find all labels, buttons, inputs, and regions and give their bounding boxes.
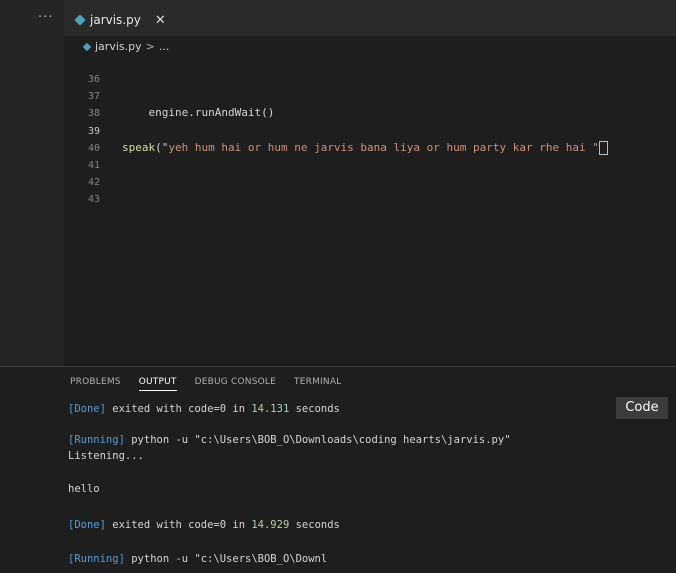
output-text: exited with code=0 in: [105, 403, 252, 415]
output-time: 14.131: [251, 403, 290, 415]
chevron-right-icon: >: [145, 40, 155, 53]
string-literal: yeh hum hai or hum ne jarvis bana liya o…: [168, 141, 599, 154]
output-text: hello: [68, 483, 100, 495]
line-number: 43: [87, 194, 100, 205]
output-line: [Running] python -u "c:\Users\BOB_O\Down…: [68, 434, 511, 446]
python-file-icon: [74, 14, 86, 26]
output-line: Listening...: [68, 450, 144, 462]
output-line: [Done] exited with code=0 in 14.929 seco…: [68, 519, 340, 531]
code-line: 43: [64, 176, 100, 205]
status-tag: [Running]: [68, 553, 125, 565]
tab-terminal[interactable]: TERMINAL: [294, 377, 341, 391]
output-time: 14.929: [251, 519, 290, 531]
code-text: speak("yeh hum hai or hum ne jarvis bana…: [122, 140, 608, 156]
status-tag: [Done]: [68, 519, 106, 531]
status-tag: [Running]: [68, 434, 125, 446]
bottom-panel: PROBLEMS OUTPUT DEBUG CONSOLE TERMINAL C…: [0, 366, 676, 573]
code-line: 41: [64, 142, 100, 171]
status-tag: [Done]: [68, 403, 106, 415]
code-line: 38: [64, 90, 100, 119]
code-line: 37 engine.runAndWait(): [64, 73, 274, 119]
output-line: [Running] python -u "c:\Users\BOB_O\Down…: [68, 553, 327, 565]
more-actions-icon[interactable]: ···: [38, 10, 53, 25]
output-line: [Done] exited with code=0 in 14.131 seco…: [68, 403, 340, 415]
code-editor[interactable]: 36 37 engine.runAndWait() 38 39 speak("y…: [64, 56, 676, 366]
code-line: 40: [64, 125, 100, 154]
function-name: speak: [122, 141, 156, 154]
tab-output[interactable]: OUTPUT: [138, 377, 177, 391]
output-text: python -u "c:\Users\BOB_O\Downl: [124, 553, 328, 565]
code-line: 36: [64, 56, 100, 85]
breadcrumb: jarvis.py > ...: [82, 40, 170, 53]
output-text: exited with code=0 in: [105, 519, 252, 531]
code-text: engine.runAndWait(): [122, 106, 275, 119]
code-line-active: 39 speak("yeh hum hai or hum ne jarvis b…: [64, 108, 608, 155]
tab-problems[interactable]: PROBLEMS: [70, 377, 121, 391]
close-icon[interactable]: ✕: [155, 13, 166, 28]
output-line: hello: [68, 483, 100, 495]
bracket-cursor: [598, 141, 608, 155]
output-unit: seconds: [289, 403, 340, 415]
open-paren: (": [155, 141, 169, 154]
breadcrumb-file[interactable]: jarvis.py: [95, 40, 142, 53]
tab-jarvis-py[interactable]: jarvis.py ✕: [74, 8, 166, 32]
code-line: 42: [64, 159, 100, 188]
output-text: python -u "c:\Users\BOB_O\Downloads\codi…: [124, 434, 511, 446]
tab-label: jarvis.py: [90, 13, 141, 27]
panel-tabs: PROBLEMS OUTPUT DEBUG CONSOLE TERMINAL: [70, 377, 359, 391]
output-text: Listening...: [68, 450, 144, 462]
output-unit: seconds: [289, 519, 340, 531]
tab-bar: jarvis.py ✕: [64, 0, 676, 36]
breadcrumb-more[interactable]: ...: [159, 40, 170, 53]
python-file-icon: [82, 42, 92, 51]
tab-debug-console[interactable]: DEBUG CONSOLE: [195, 377, 276, 391]
output-channel-select[interactable]: Code: [616, 397, 668, 419]
